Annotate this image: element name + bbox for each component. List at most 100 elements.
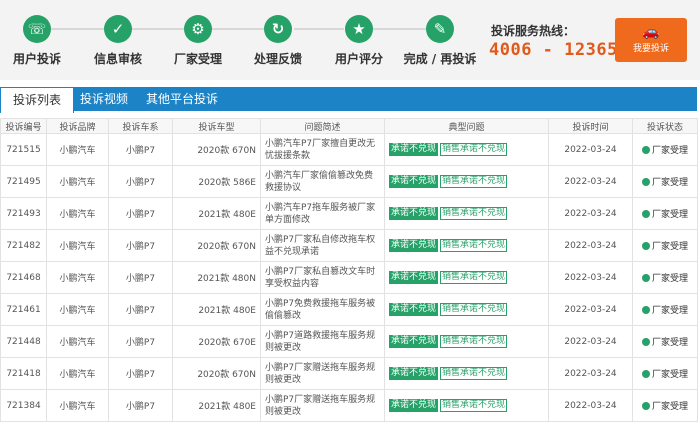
complaint-title-link[interactable]: 小鹏P7道路救援拖车服务规则被更改: [260, 325, 385, 358]
issue-tag[interactable]: 承诺不兑现: [389, 367, 439, 380]
status-label: 厂家受理: [651, 402, 688, 412]
issue-tag[interactable]: 销售承诺不兑现: [440, 367, 508, 380]
tab-complaint-list[interactable]: 投诉列表: [0, 87, 74, 113]
issue-tag[interactable]: 销售承诺不兑现: [440, 175, 508, 188]
issue-tag[interactable]: 承诺不兑现: [389, 175, 439, 188]
issue-tag[interactable]: 销售承诺不兑现: [440, 303, 508, 316]
tab-complaint-video[interactable]: 投诉视频: [80, 87, 128, 111]
issue-tag[interactable]: 承诺不兑现: [389, 399, 439, 412]
model-cell: 2021款 480E: [172, 197, 261, 230]
table-row[interactable]: 721461 小鹏汽车 小鹏P7 2021款 480E 小鹏P7免费救援拖车服务被偷偷篡…: [0, 293, 698, 326]
date-cell: 2022-03-24: [548, 261, 633, 294]
brand-cell: 小鹏汽车: [46, 229, 109, 262]
complaint-id: 721493: [0, 197, 47, 230]
complaint-title-link[interactable]: 小鹏P7厂家赠送拖车服务规则被更改: [260, 357, 385, 390]
submit-complaint-button[interactable]: 🚗 我要投诉: [615, 18, 687, 62]
complaint-id: 721515: [0, 133, 47, 166]
complaint-id: 721468: [0, 261, 47, 294]
complaint-title-link[interactable]: 小鹏P7免费救援拖车服务被偷偷篡改: [260, 293, 385, 326]
date-cell: 2022-03-24: [548, 165, 633, 198]
issue-tag[interactable]: 销售承诺不兑现: [440, 239, 508, 252]
table-row[interactable]: 721468 小鹏汽车 小鹏P7 2021款 480N 小鹏P7厂家私自篡改文车时享受权…: [0, 261, 698, 294]
issue-tag[interactable]: 承诺不兑现: [389, 335, 439, 348]
table-row[interactable]: 721482 小鹏汽车 小鹏P7 2020款 670N 小鹏P7厂家私自修改拖车权益不兑…: [0, 229, 698, 262]
status-badge: 厂家受理: [641, 306, 688, 316]
status-badge: 厂家受理: [641, 146, 688, 156]
step-user-rating: ★ 用户评分: [319, 15, 399, 67]
series-cell: 小鹏P7: [108, 229, 173, 262]
complaint-id: 721418: [0, 357, 47, 390]
status-dot-icon: [641, 210, 650, 218]
complaint-id: 721461: [0, 293, 47, 326]
issue-tag[interactable]: 销售承诺不兑现: [440, 143, 508, 156]
status-cell: 厂家受理: [632, 229, 698, 262]
step-user-complaint: ☏ 用户投诉: [0, 15, 77, 67]
series-cell: 小鹏P7: [108, 133, 173, 166]
issue-tag[interactable]: 承诺不兑现: [389, 239, 439, 252]
model-cell: 2021款 480E: [172, 293, 261, 326]
status-dot-icon: [641, 306, 650, 314]
submit-complaint-label: 我要投诉: [632, 44, 669, 54]
typical-issue-cell: 承诺不兑现 销售承诺不兑现: [384, 293, 549, 326]
typical-issue-cell: 承诺不兑现 销售承诺不兑现: [384, 133, 549, 166]
table-row[interactable]: 721384 小鹏汽车 小鹏P7 2021款 480E 小鹏P7厂家赠送拖车服务规则被更…: [0, 389, 698, 422]
issue-tag[interactable]: 承诺不兑现: [389, 143, 439, 156]
status-badge: 厂家受理: [641, 338, 688, 348]
complaint-title-link[interactable]: 小鹏P7厂家私自篡改文车时享受权益内容: [260, 261, 385, 294]
hotline-label: 投诉服务热线：: [491, 24, 576, 38]
brand-cell: 小鹏汽车: [46, 261, 109, 294]
issue-tag[interactable]: 销售承诺不兑现: [440, 399, 508, 412]
issue-tag[interactable]: 销售承诺不兑现: [440, 335, 508, 348]
status-badge: 厂家受理: [641, 242, 688, 252]
table-row[interactable]: 721495 小鹏汽车 小鹏P7 2020款 586E 小鹏汽车厂家偷偷篡改免费救援协议…: [0, 165, 698, 198]
typical-issue-cell: 承诺不兑现 销售承诺不兑现: [384, 261, 549, 294]
status-cell: 厂家受理: [632, 165, 698, 198]
series-cell: 小鹏P7: [108, 325, 173, 358]
issue-tag[interactable]: 承诺不兑现: [389, 207, 439, 220]
complaint-title-link[interactable]: 小鹏汽车厂家偷偷篡改免费救援协议: [260, 165, 385, 198]
col-header-typical-issue: 典型问题: [384, 118, 549, 134]
issue-tag[interactable]: 承诺不兑现: [389, 271, 439, 284]
status-dot-icon: [641, 370, 650, 378]
step-info-review: ✓ 信息审核: [78, 15, 158, 67]
process-header: ☏ 用户投诉 ✓ 信息审核 ⚙ 厂家受理 ↻ 处理反馈 ★ 用户评分 ✎ 完成 …: [0, 0, 700, 80]
status-dot-icon: [641, 274, 650, 282]
tab-other-platforms[interactable]: 其他平台投诉: [146, 87, 218, 111]
col-header-series: 投诉车系: [108, 118, 173, 134]
status-cell: 厂家受理: [632, 389, 698, 422]
issue-tag[interactable]: 销售承诺不兑现: [440, 271, 508, 284]
table-row[interactable]: 721493 小鹏汽车 小鹏P7 2021款 480E 小鹏汽车P7拖车服务被厂家单方面…: [0, 197, 698, 230]
status-dot-icon: [641, 146, 650, 154]
issue-tag[interactable]: 销售承诺不兑现: [440, 207, 508, 220]
date-cell: 2022-03-24: [548, 133, 633, 166]
complaint-title-link[interactable]: 小鹏汽车P7拖车服务被厂家单方面修改: [260, 197, 385, 230]
date-cell: 2022-03-24: [548, 357, 633, 390]
phone-icon: ☏: [23, 15, 51, 43]
check-icon: ✓: [104, 15, 132, 43]
step-label: 用户评分: [334, 52, 383, 66]
process-steps: ☏ 用户投诉 ✓ 信息审核 ⚙ 厂家受理 ↻ 处理反馈 ★ 用户评分 ✎ 完成 …: [0, 0, 480, 80]
series-cell: 小鹏P7: [108, 357, 173, 390]
status-label: 厂家受理: [651, 146, 688, 156]
complaint-title-link[interactable]: 小鹏P7厂家私自修改拖车权益不兑现承诺: [260, 229, 385, 262]
col-header-model: 投诉车型: [172, 118, 261, 134]
issue-tag[interactable]: 承诺不兑现: [389, 303, 439, 316]
complaint-id: 721495: [0, 165, 47, 198]
series-cell: 小鹏P7: [108, 293, 173, 326]
status-label: 厂家受理: [651, 370, 688, 380]
complaint-title-link[interactable]: 小鹏P7厂家赠送拖车服务规则被更改: [260, 389, 385, 422]
complaint-id: 721448: [0, 325, 47, 358]
status-badge: 厂家受理: [641, 370, 688, 380]
status-badge: 厂家受理: [641, 178, 688, 188]
complaint-title-link[interactable]: 小鹏汽车P7厂家擅自更改无忧拔援条款: [260, 133, 385, 166]
status-cell: 厂家受理: [632, 293, 698, 326]
status-label: 厂家受理: [651, 210, 688, 220]
date-cell: 2022-03-24: [548, 293, 633, 326]
status-badge: 厂家受理: [641, 402, 688, 412]
table-row[interactable]: 721515 小鹏汽车 小鹏P7 2020款 670N 小鹏汽车P7厂家擅自更改无忧拔援…: [0, 133, 698, 166]
model-cell: 2020款 670N: [172, 357, 261, 390]
typical-issue-cell: 承诺不兑现 销售承诺不兑现: [384, 357, 549, 390]
table-row[interactable]: 721418 小鹏汽车 小鹏P7 2020款 670N 小鹏P7厂家赠送拖车服务规则被更…: [0, 357, 698, 390]
table-row[interactable]: 721448 小鹏汽车 小鹏P7 2020款 670E 小鹏P7道路救援拖车服务规则被更…: [0, 325, 698, 358]
status-cell: 厂家受理: [632, 133, 698, 166]
